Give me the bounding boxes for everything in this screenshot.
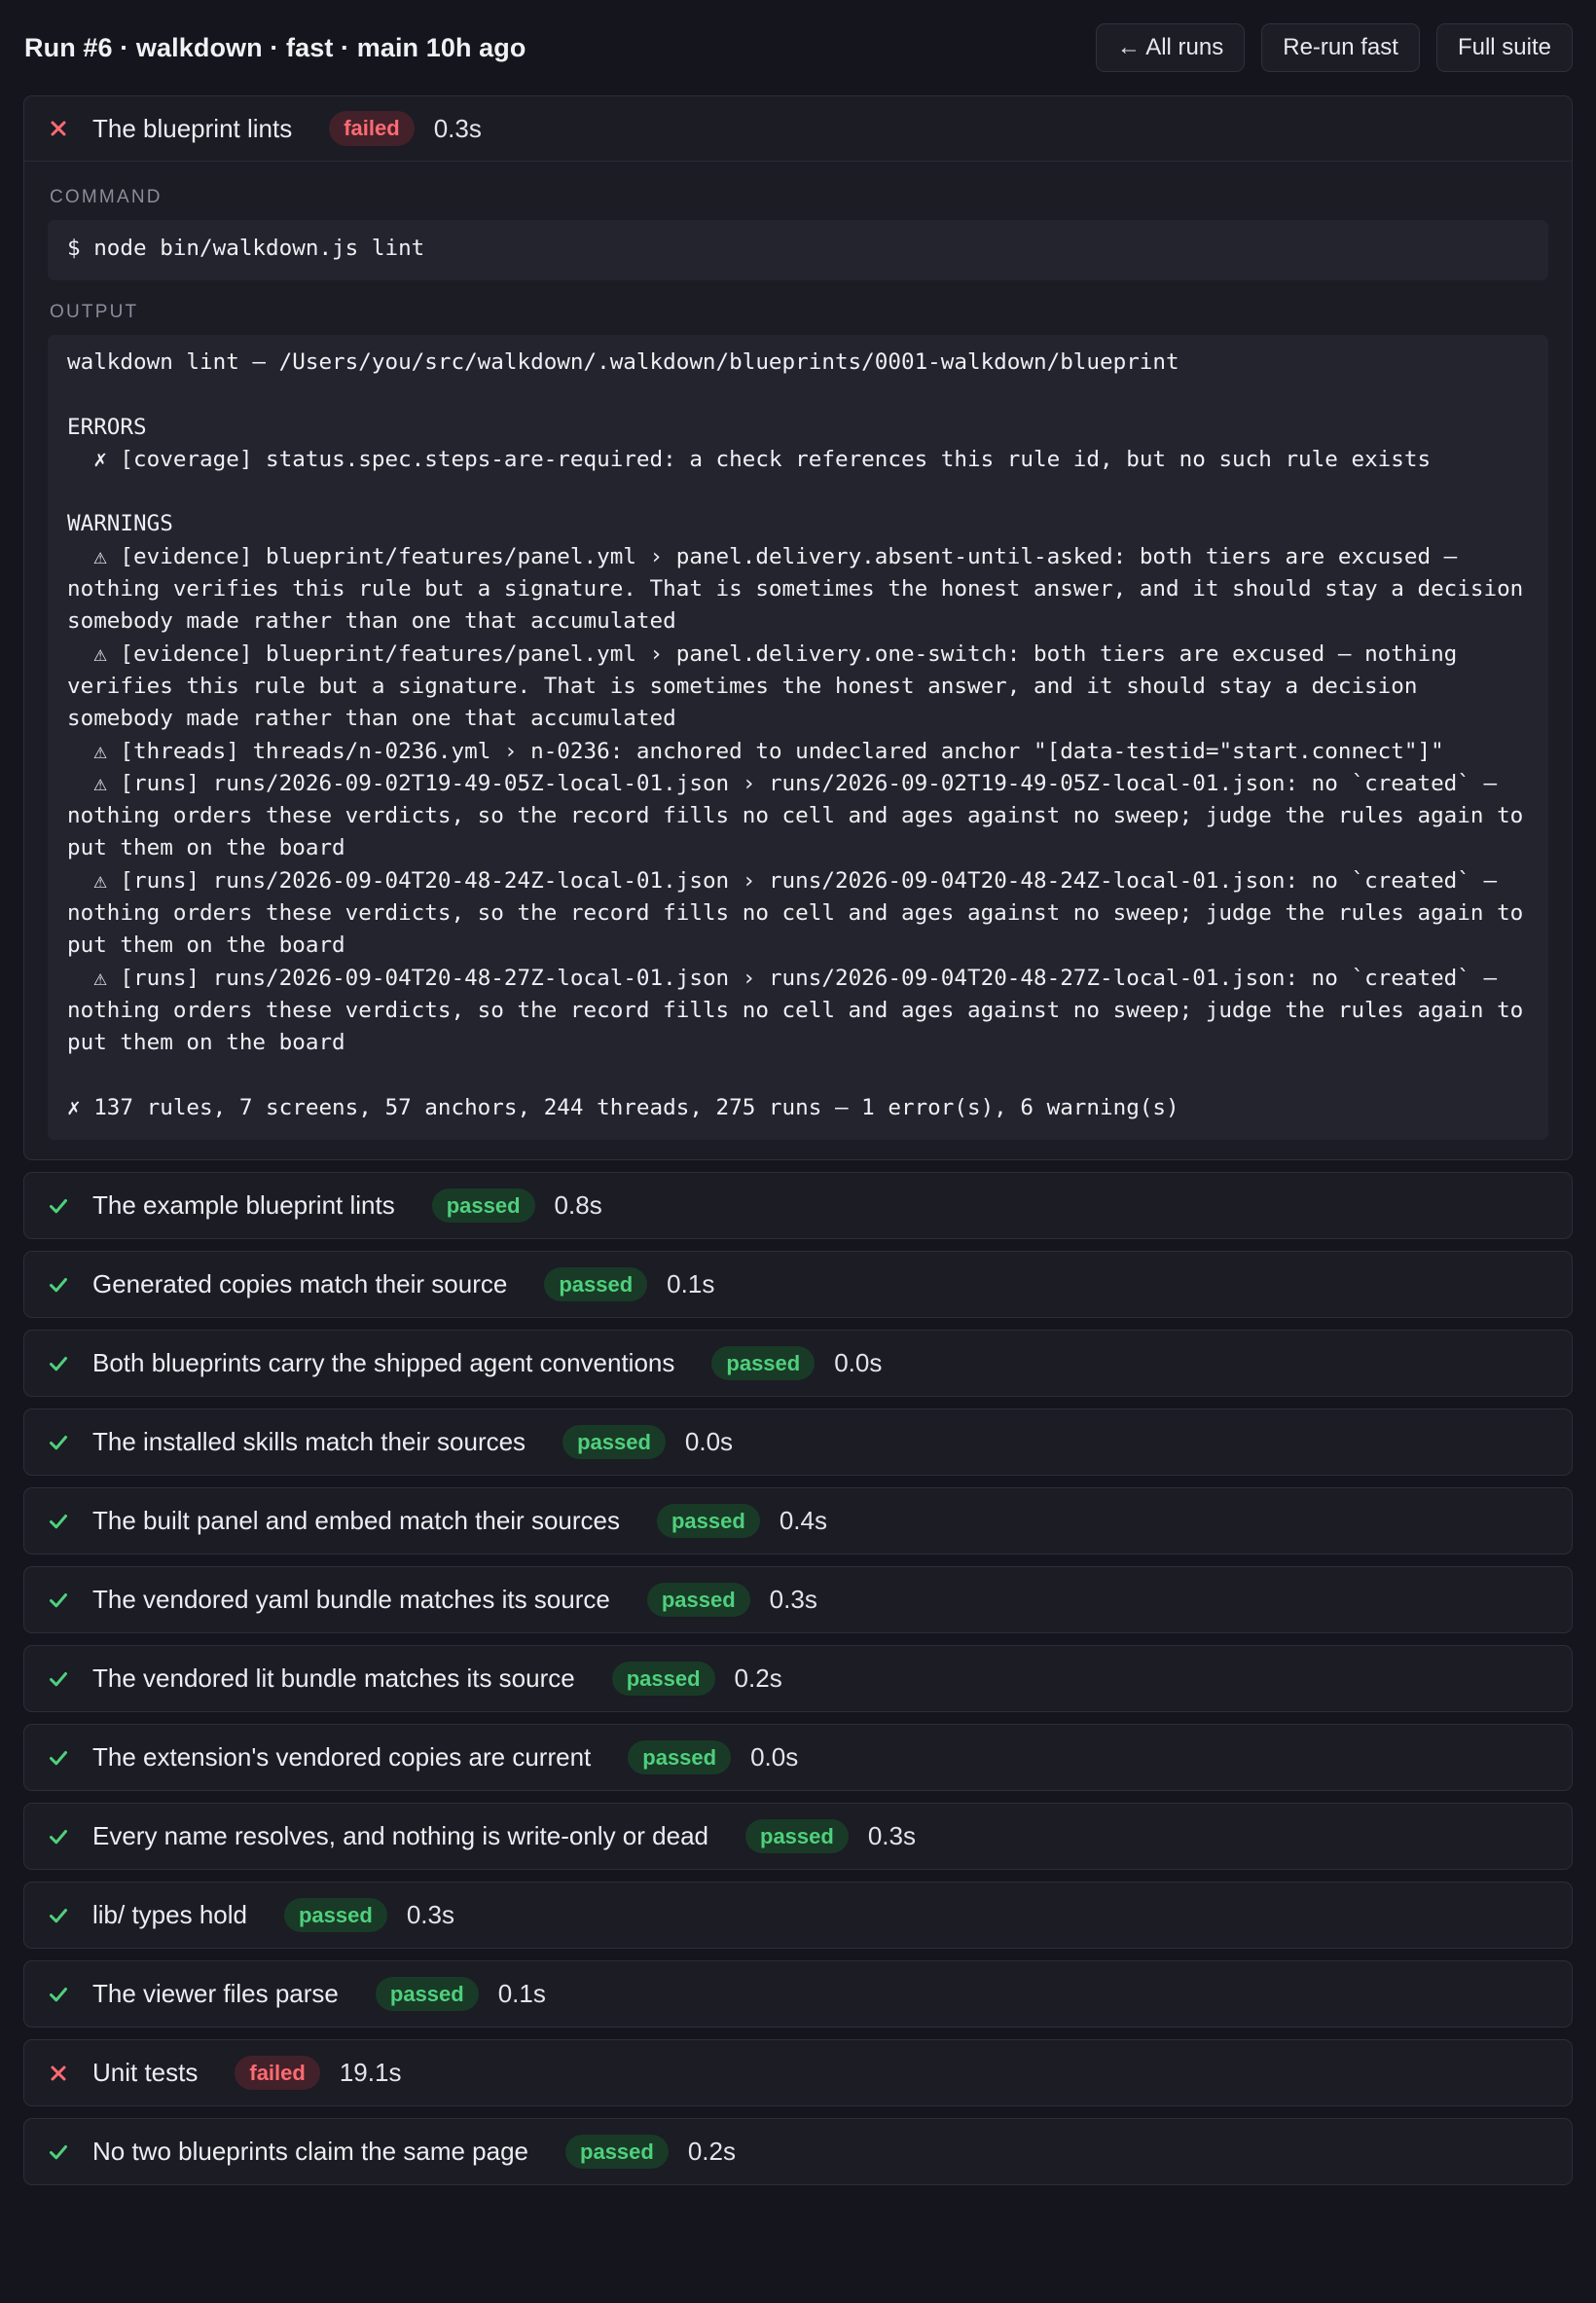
status-badge: passed	[565, 2134, 669, 2170]
check-card: The extension's vendored copies are curr…	[23, 1724, 1573, 1792]
output-label: OUTPUT	[50, 302, 139, 322]
check-duration: 0.3s	[433, 113, 482, 143]
checkmark-icon	[48, 1826, 69, 1847]
check-row[interactable]: The vendored lit bundle matches its sour…	[24, 1646, 1572, 1711]
check-duration: 0.2s	[734, 1663, 782, 1694]
checkmark-icon	[48, 1668, 69, 1690]
status-badge: passed	[562, 1424, 666, 1460]
rerun-fast-button[interactable]: Re-run fast	[1261, 23, 1420, 72]
check-duration: 0.1s	[497, 1979, 546, 2009]
check-duration: 0.0s	[834, 1348, 883, 1378]
output-block: walkdown lint — /Users/you/src/walkdown/…	[48, 335, 1548, 1141]
check-card: Both blueprints carry the shipped agent …	[23, 1330, 1573, 1398]
check-row[interactable]: Unit tests failed 19.1s	[24, 2040, 1572, 2105]
check-row[interactable]: lib/ types hold passed 0.3s	[24, 1883, 1572, 1948]
check-name: No two blueprints claim the same page	[92, 2137, 529, 2167]
check-details: COMMAND $ node bin/walkdown.js lint OUTPUT…	[24, 162, 1572, 1159]
check-card: The vendored lit bundle matches its sour…	[23, 1645, 1573, 1713]
check-card: The vendored yaml bundle matches its sou…	[23, 1566, 1573, 1634]
check-card: No two blueprints claim the same page pas…	[23, 2118, 1573, 2186]
check-list: The blueprint lints failed 0.3s COMMAND $ no…	[23, 95, 1573, 2186]
all-runs-button[interactable]: ← All runs	[1095, 23, 1246, 72]
check-duration: 0.8s	[554, 1190, 602, 1221]
check-name: Generated copies match their source	[92, 1269, 508, 1299]
check-name: The built panel and embed match their so…	[92, 1506, 620, 1536]
command-label: COMMAND	[50, 187, 163, 207]
check-name: The vendored yaml bundle matches its sou…	[92, 1585, 610, 1615]
check-duration: 0.1s	[667, 1269, 715, 1299]
checkmark-icon	[48, 1747, 69, 1769]
status-badge: failed	[235, 2055, 320, 2091]
check-row[interactable]: The blueprint lints failed 0.3s	[24, 96, 1572, 162]
status-badge: passed	[611, 1661, 715, 1697]
check-duration: 0.3s	[769, 1585, 817, 1615]
cross-icon	[48, 2063, 69, 2084]
check-row[interactable]: The example blueprint lints passed 0.8s	[24, 1173, 1572, 1238]
check-row[interactable]: Every name resolves, and nothing is writ…	[24, 1804, 1572, 1869]
status-badge: passed	[711, 1345, 816, 1381]
checkmark-icon	[48, 1353, 69, 1374]
check-duration: 0.4s	[779, 1506, 827, 1536]
check-card: Unit tests failed 19.1s	[23, 2039, 1573, 2107]
checkmark-icon	[48, 1274, 69, 1296]
checkmark-icon	[48, 1905, 69, 1926]
checkmark-icon	[48, 2141, 69, 2163]
header-actions: ← All runs Re-run fast Full suite	[1095, 23, 1573, 72]
check-name: The viewer files parse	[92, 1979, 339, 2009]
check-name: Unit tests	[92, 2058, 199, 2088]
check-duration: 0.3s	[867, 1821, 916, 1851]
check-row[interactable]: Both blueprints carry the shipped agent …	[24, 1331, 1572, 1396]
check-duration: 0.0s	[750, 1742, 799, 1773]
cross-icon	[48, 118, 69, 139]
check-name: The blueprint lints	[92, 113, 293, 143]
check-card: The built panel and embed match their so…	[23, 1487, 1573, 1555]
checkmark-icon	[48, 1195, 69, 1217]
status-badge: failed	[329, 111, 415, 146]
check-card: The viewer files parse passed 0.1s	[23, 1960, 1573, 2029]
check-card: The example blueprint lints passed 0.8s	[23, 1172, 1573, 1240]
check-name: Every name resolves, and nothing is writ…	[92, 1821, 708, 1851]
check-row[interactable]: Generated copies match their source passe…	[24, 1252, 1572, 1317]
status-badge: passed	[283, 1897, 387, 1933]
checkmark-icon	[48, 1511, 69, 1532]
status-badge: passed	[544, 1266, 648, 1302]
status-badge: passed	[375, 1976, 479, 2012]
status-badge: passed	[628, 1739, 732, 1775]
check-row[interactable]: No two blueprints claim the same page pas…	[24, 2119, 1572, 2184]
page-title: Run #6 · walkdown · fast · main 10h ago	[24, 32, 526, 62]
check-duration: 0.2s	[687, 2137, 736, 2167]
status-badge: passed	[656, 1503, 760, 1539]
run-page: Run #6 · walkdown · fast · main 10h ago …	[0, 0, 1596, 2303]
check-row[interactable]: The vendored yaml bundle matches its sou…	[24, 1567, 1572, 1632]
check-card: The installed skills match their sources…	[23, 1408, 1573, 1477]
check-name: The installed skills match their sources	[92, 1427, 526, 1457]
full-suite-button[interactable]: Full suite	[1435, 23, 1573, 72]
check-name: Both blueprints carry the shipped agent …	[92, 1348, 675, 1378]
status-badge: passed	[646, 1582, 750, 1618]
check-row[interactable]: The built panel and embed match their so…	[24, 1488, 1572, 1554]
check-name: The example blueprint lints	[92, 1190, 395, 1221]
command-block: $ node bin/walkdown.js lint	[48, 220, 1548, 280]
check-duration: 19.1s	[339, 2058, 402, 2088]
status-badge: passed	[431, 1188, 535, 1224]
check-name: The vendored lit bundle matches its sour…	[92, 1663, 575, 1694]
check-duration: 0.0s	[684, 1427, 734, 1457]
check-card: Generated copies match their source passe…	[23, 1251, 1573, 1319]
check-name: lib/ types hold	[92, 1900, 247, 1930]
status-badge: passed	[745, 1818, 849, 1854]
checkmark-icon	[48, 1432, 69, 1453]
run-header: Run #6 · walkdown · fast · main 10h ago …	[23, 0, 1573, 95]
check-card: Every name resolves, and nothing is writ…	[23, 1803, 1573, 1871]
check-row[interactable]: The installed skills match their sources…	[24, 1409, 1572, 1475]
check-duration: 0.3s	[406, 1900, 454, 1930]
check-name: The extension's vendored copies are curr…	[92, 1742, 592, 1773]
check-row[interactable]: The viewer files parse passed 0.1s	[24, 1961, 1572, 2027]
check-card: lib/ types hold passed 0.3s	[23, 1882, 1573, 1950]
checkmark-icon	[48, 1984, 69, 2005]
check-card: The blueprint lints failed 0.3s COMMAND $ no…	[23, 95, 1573, 1161]
checkmark-icon	[48, 1590, 69, 1611]
check-row[interactable]: The extension's vendored copies are curr…	[24, 1725, 1572, 1790]
